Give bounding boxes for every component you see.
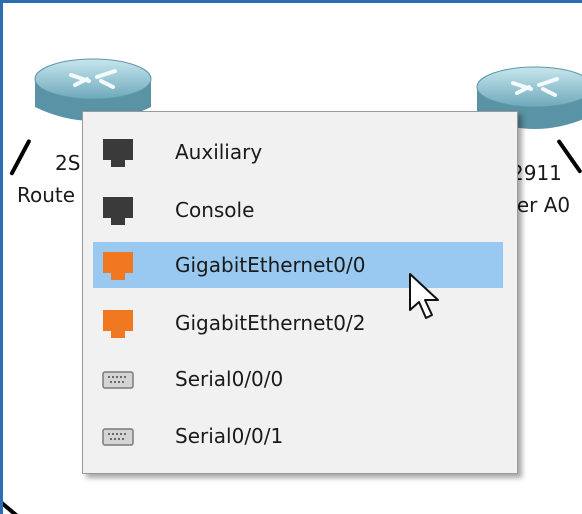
menu-item-serial0-0-1[interactable]: Serial0/0/1 [93,413,503,459]
menu-item-label: Serial0/0/1 [175,424,284,448]
interface-context-menu[interactable]: Auxiliary Console GigabitEthernet0/0 Gig… [82,111,518,474]
mouse-pointer-icon [409,273,439,319]
menu-item-label: GigabitEthernet0/0 [175,253,366,277]
ethernet-port-orange-icon [103,310,133,338]
router-left-model: 2S [55,151,81,175]
ethernet-port-orange-icon [103,252,133,280]
menu-item-label: Auxiliary [175,140,263,164]
menu-item-console[interactable]: Console [93,187,503,233]
menu-item-auxiliary[interactable]: Auxiliary [93,129,503,175]
serial-port-icon [102,371,134,389]
menu-item-serial0-0-0[interactable]: Serial0/0/0 [93,356,503,402]
port-dark-icon [103,197,133,225]
router-right-model: 2911 [511,161,562,185]
menu-item-label: GigabitEthernet0/2 [175,311,366,335]
menu-item-label: Serial0/0/0 [175,367,284,391]
serial-port-icon [102,428,134,446]
port-dark-icon [103,139,133,167]
cable-bottom-left[interactable] [3,497,22,514]
router-left-label: Route [17,183,76,207]
router-right-label: ter A0 [509,193,571,217]
menu-item-label: Console [175,198,255,222]
cable-left[interactable] [9,138,32,176]
topology-workspace[interactable]: 2S Route 2911 ter A0 Auxiliary Console G… [0,0,582,514]
